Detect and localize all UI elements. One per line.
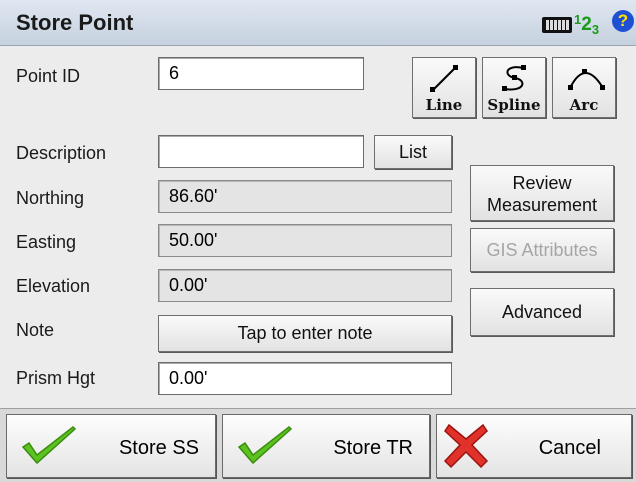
arc-icon — [568, 69, 605, 90]
spline-icon — [502, 65, 526, 91]
checkmark-icon — [237, 426, 293, 465]
red-x-icon — [443, 423, 489, 469]
prism-hgt-field[interactable]: 0.00' — [158, 362, 452, 395]
input-mode-indicator[interactable]: 123 — [574, 12, 599, 37]
measurement-label: Measurement — [486, 195, 598, 215]
checkmark-icon — [21, 426, 77, 465]
note-button[interactable]: Tap to enter note — [158, 315, 452, 352]
prism-hgt-label: Prism Hgt — [16, 368, 96, 388]
advanced-button[interactable]: Advanced — [470, 288, 614, 336]
line-icon — [430, 65, 458, 92]
line-button[interactable]: Line — [412, 57, 476, 118]
spline-button[interactable]: Spline — [482, 57, 546, 118]
title-bar: Store Point 123 ? — [0, 0, 636, 46]
easting-field: 50.00' — [158, 224, 452, 257]
list-button[interactable]: List — [374, 135, 452, 169]
northing-label: Northing — [16, 188, 85, 208]
store-tr-button[interactable]: Store TR — [222, 414, 430, 478]
cancel-label: Cancel — [538, 437, 601, 459]
northing-field: 86.60' — [158, 180, 452, 213]
line-label: Line — [425, 96, 463, 114]
review-measurement-button[interactable]: Review Measurement — [470, 165, 614, 221]
keyboard-icon[interactable] — [542, 17, 572, 33]
elevation-label: Elevation — [16, 276, 91, 296]
point-id-label: Point ID — [16, 66, 81, 86]
help-icon[interactable]: ? — [612, 10, 634, 32]
review-label: Review — [512, 173, 572, 193]
input-mode-digit-2: 2 — [581, 14, 592, 35]
arc-label: Arc — [569, 96, 599, 114]
description-label: Description — [16, 143, 107, 163]
input-mode-digit-3: 3 — [591, 22, 600, 37]
spline-label: Spline — [487, 96, 541, 114]
note-label: Note — [16, 320, 55, 340]
point-id-field[interactable]: 6 — [158, 57, 364, 90]
arc-button[interactable]: Arc — [552, 57, 616, 118]
window-title: Store Point — [16, 10, 134, 35]
gis-attributes-button[interactable]: GIS Attributes — [470, 228, 614, 272]
easting-label: Easting — [16, 232, 77, 252]
store-ss-button[interactable]: Store SS — [6, 414, 216, 478]
store-tr-label: Store TR — [333, 437, 413, 459]
elevation-field: 0.00' — [158, 269, 452, 302]
store-ss-label: Store SS — [118, 437, 199, 459]
description-field[interactable] — [158, 135, 364, 168]
cancel-button[interactable]: Cancel — [436, 414, 632, 478]
